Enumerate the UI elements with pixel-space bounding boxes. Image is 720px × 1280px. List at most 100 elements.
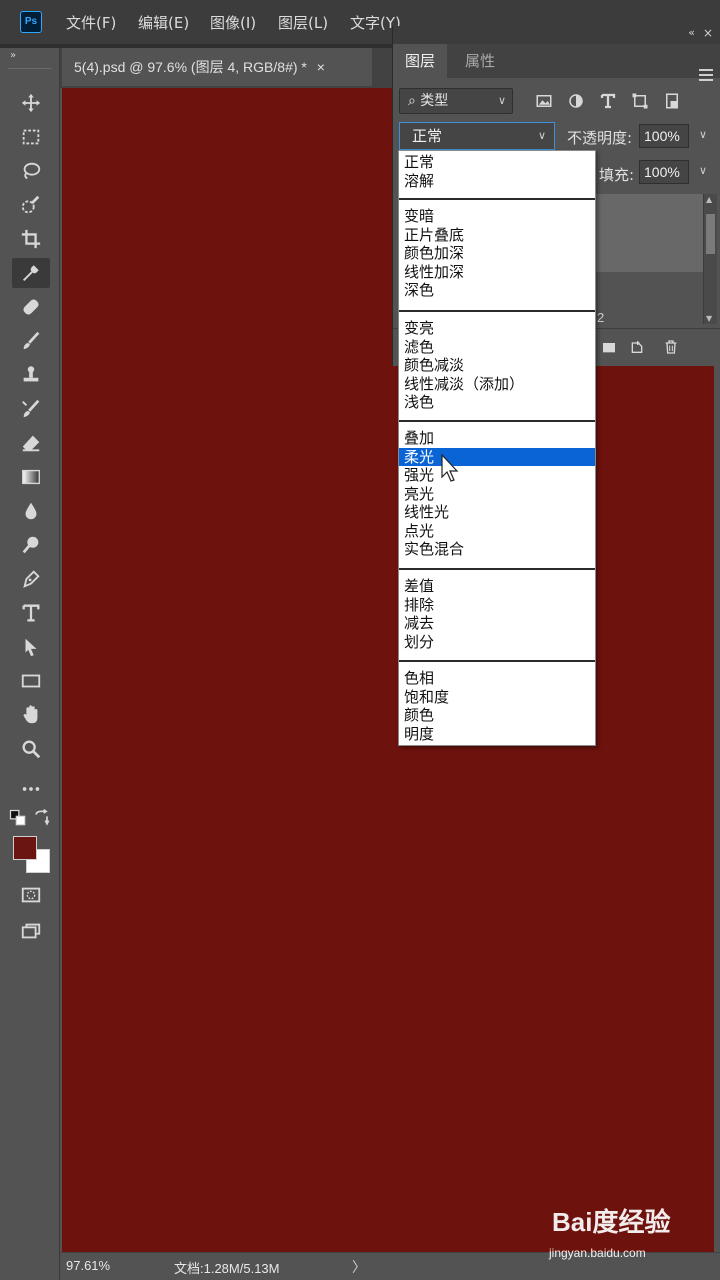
layer-row[interactable] bbox=[593, 194, 703, 272]
menu-image[interactable]: 图像(I) bbox=[210, 12, 256, 33]
scroll-down-icon[interactable]: ▼ bbox=[706, 314, 712, 323]
blend-mode-option[interactable]: 滤色 bbox=[399, 338, 595, 356]
zoom-level[interactable]: 97.61% bbox=[66, 1258, 110, 1273]
blend-mode-option[interactable]: 点光 bbox=[399, 522, 595, 540]
blend-mode-option[interactable]: 饱和度 bbox=[399, 688, 595, 706]
scroll-thumb[interactable] bbox=[706, 214, 715, 254]
blend-mode-option[interactable]: 划分 bbox=[399, 633, 595, 651]
eraser-icon[interactable] bbox=[12, 428, 50, 458]
blend-mode-option[interactable]: 明度 bbox=[399, 725, 595, 743]
blend-mode-option[interactable]: 柔光 bbox=[399, 447, 595, 466]
blend-mode-option[interactable]: 强光 bbox=[399, 466, 595, 484]
menu-edit[interactable]: 编辑(E) bbox=[138, 12, 189, 33]
blend-mode-option[interactable]: 变亮 bbox=[399, 319, 595, 337]
panel-menu-icon[interactable] bbox=[699, 69, 713, 84]
tab-layers[interactable]: 图层 bbox=[393, 44, 448, 78]
panel-close-icon[interactable]: × bbox=[703, 26, 713, 40]
quick-mask-icon[interactable] bbox=[12, 880, 50, 910]
blend-mode-option[interactable]: 深色 bbox=[399, 281, 595, 299]
watermark: Bai度经验 jingyan.baidu.com bbox=[549, 1202, 682, 1266]
menu-separator bbox=[399, 568, 595, 570]
blend-mode-option[interactable]: 减去 bbox=[399, 614, 595, 632]
blend-mode-select[interactable]: 正常 ∨ bbox=[399, 122, 555, 150]
filter-pixel-icon[interactable] bbox=[533, 90, 555, 112]
blend-mode-option[interactable]: 颜色 bbox=[399, 706, 595, 724]
blend-mode-option[interactable]: 实色混合 bbox=[399, 540, 595, 558]
more-tools-icon[interactable] bbox=[12, 774, 50, 804]
blend-mode-option[interactable]: 线性加深 bbox=[399, 263, 595, 281]
blend-mode-option[interactable]: 正片叠底 bbox=[399, 226, 595, 244]
history-brush-icon[interactable] bbox=[12, 394, 50, 424]
new-group-icon[interactable] bbox=[599, 337, 619, 357]
dodge-icon[interactable] bbox=[12, 530, 50, 560]
panel-collapse-icon[interactable]: « bbox=[688, 26, 695, 39]
status-menu-arrow-icon[interactable]: 〉 bbox=[352, 1257, 366, 1277]
blend-mode-dropdown: 正常 溶解变暗 正片叠底 颜色加深 线性加深 深色变亮 滤色 颜色减淡 线性减淡（添加） 浅色叠加… bbox=[398, 150, 596, 746]
gradient-icon[interactable] bbox=[12, 462, 50, 492]
default-colors-icon[interactable] bbox=[8, 808, 28, 828]
rectangle-icon[interactable] bbox=[12, 666, 50, 696]
type-icon[interactable] bbox=[12, 598, 50, 628]
zoom-icon[interactable] bbox=[12, 734, 50, 764]
foreground-color-swatch[interactable] bbox=[13, 836, 37, 860]
blend-mode-option[interactable]: 叠加 bbox=[399, 429, 595, 447]
layer-filter-select[interactable]: ⌕ 类型 ∨ bbox=[399, 88, 513, 114]
move-icon[interactable] bbox=[12, 88, 50, 118]
marquee-icon[interactable] bbox=[12, 122, 50, 152]
opacity-field[interactable]: 100% bbox=[639, 124, 689, 148]
blend-mode-option[interactable]: 正常 bbox=[399, 153, 595, 171]
blur-icon[interactable] bbox=[12, 496, 50, 526]
blend-mode-option[interactable]: 线性光 bbox=[399, 503, 595, 521]
brush-icon[interactable] bbox=[12, 326, 50, 356]
toolbar-collapse-icon[interactable]: » bbox=[10, 50, 16, 61]
lasso-icon[interactable] bbox=[12, 156, 50, 186]
blend-mode-option[interactable]: 线性减淡（添加） bbox=[399, 375, 595, 393]
filter-shape-icon[interactable] bbox=[629, 90, 651, 112]
document-tab-close-icon[interactable]: × bbox=[317, 59, 325, 75]
delete-layer-icon[interactable] bbox=[661, 337, 681, 357]
document-tab[interactable]: 5(4).psd @ 97.6% (图层 4, RGB/8#) * × bbox=[62, 48, 372, 86]
scroll-up-icon[interactable]: ▲ bbox=[706, 195, 712, 204]
path-select-icon[interactable] bbox=[12, 632, 50, 662]
pen-icon[interactable] bbox=[12, 564, 50, 594]
chevron-down-icon: ∨ bbox=[497, 94, 506, 107]
quick-select-icon[interactable] bbox=[12, 190, 50, 220]
screen-mode-icon[interactable] bbox=[12, 916, 50, 946]
blend-mode-option[interactable]: 差值 bbox=[399, 577, 595, 595]
fill-chevron-icon[interactable]: ∨ bbox=[699, 164, 707, 177]
tab-properties[interactable]: 属性 bbox=[453, 44, 507, 78]
document-tab-title: 5(4).psd @ 97.6% (图层 4, RGB/8#) * bbox=[74, 59, 307, 75]
clone-stamp-icon[interactable] bbox=[12, 360, 50, 390]
blend-mode-option[interactable]: 浅色 bbox=[399, 393, 595, 411]
filter-type-icon[interactable] bbox=[597, 90, 619, 112]
blend-mode-option[interactable]: 颜色减淡 bbox=[399, 356, 595, 374]
blend-mode-value: 正常 bbox=[412, 127, 443, 145]
opacity-chevron-icon[interactable]: ∨ bbox=[699, 128, 707, 141]
menu-layer[interactable]: 图层(L) bbox=[278, 12, 328, 33]
hand-icon[interactable] bbox=[12, 700, 50, 730]
blend-mode-option[interactable]: 色相 bbox=[399, 669, 595, 687]
blend-mode-option[interactable]: 溶解 bbox=[399, 172, 595, 190]
crop-icon[interactable] bbox=[12, 224, 50, 254]
filter-smart-object-icon[interactable] bbox=[661, 90, 683, 112]
filter-search-icon: ⌕ bbox=[408, 93, 416, 109]
ps-logo: Ps bbox=[20, 11, 42, 33]
toolbar-divider bbox=[8, 68, 52, 69]
layers-scrollbar[interactable]: ▲ ▼ bbox=[703, 194, 717, 324]
fill-field[interactable]: 100% bbox=[639, 160, 689, 184]
document-size-info: 文档:1.28M/5.13M bbox=[174, 1261, 280, 1276]
blend-mode-option[interactable]: 亮光 bbox=[399, 485, 595, 503]
blend-mode-option[interactable]: 排除 bbox=[399, 596, 595, 614]
new-layer-icon[interactable] bbox=[627, 337, 647, 357]
mouse-cursor-icon bbox=[441, 454, 459, 482]
blend-mode-option[interactable]: 变暗 bbox=[399, 207, 595, 225]
eyedropper-icon[interactable] bbox=[12, 258, 50, 288]
panel-header: « × bbox=[393, 26, 720, 44]
healing-brush-icon[interactable] bbox=[12, 292, 50, 322]
menu-file[interactable]: 文件(F) bbox=[66, 12, 116, 33]
swap-colors-icon[interactable] bbox=[32, 808, 52, 828]
photoshop-window: Ps 文件(F) 编辑(E) 图像(I) 图层(L) 文字(Y) » 5(4).… bbox=[0, 0, 720, 1280]
filter-adjustment-icon[interactable] bbox=[565, 90, 587, 112]
menu-separator bbox=[399, 660, 595, 662]
blend-mode-option[interactable]: 颜色加深 bbox=[399, 244, 595, 262]
